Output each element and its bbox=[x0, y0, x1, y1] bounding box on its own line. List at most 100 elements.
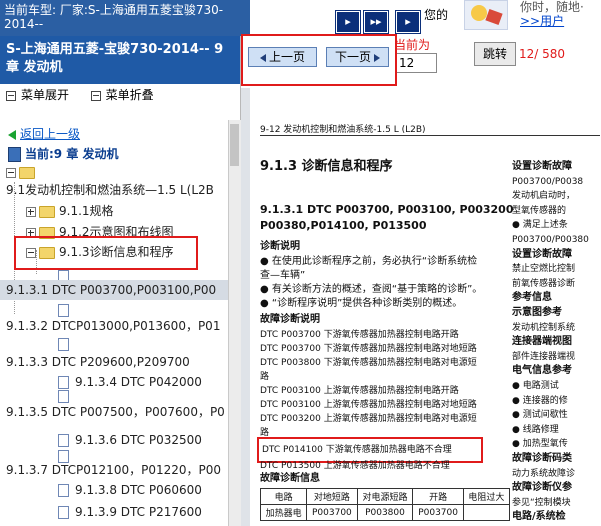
fault-line: DTC P003800 下游氧传感器加热器控制电路对电源短 bbox=[260, 358, 477, 368]
right-column-line: 设置诊断故障 bbox=[512, 248, 572, 260]
dtc-title-2: P00380,P014100, P013500 bbox=[260, 219, 427, 232]
table-cell: P003700 bbox=[412, 504, 464, 521]
collapse-toggle-icon[interactable] bbox=[6, 167, 16, 178]
section-title: 9.1.3 诊断信息和程序 bbox=[260, 159, 393, 174]
right-column-line: 动力系统故障诊 bbox=[512, 468, 576, 479]
folder-icon bbox=[39, 205, 55, 218]
dtc-title-1: 9.1.3.1 DTC P003700, P003100, P003200 bbox=[260, 203, 514, 216]
document-icon bbox=[58, 506, 69, 519]
tree-root[interactable] bbox=[6, 162, 39, 182]
table-header: 电路 bbox=[259, 488, 308, 505]
top-note: 您的 bbox=[424, 8, 449, 22]
document-icon bbox=[58, 484, 69, 497]
fault-line: DTC P003200 上游氧传感器加热器控制电路对电源短 bbox=[260, 414, 477, 424]
right-column-line: ● 线路修理 bbox=[512, 424, 559, 435]
right-column-line: 连接器端视图 bbox=[512, 336, 572, 348]
highlight-box bbox=[14, 236, 198, 270]
left-scrollbar[interactable] bbox=[228, 120, 241, 526]
table-header: 开路 bbox=[412, 488, 464, 505]
menu-row: 菜单展开 菜单折叠 bbox=[0, 84, 240, 106]
top-links: 你时，随地· >>用户 bbox=[520, 0, 584, 28]
page-controls: 上一页 下一页 当前为 跳转 12/ 580 bbox=[241, 34, 601, 88]
right-column-line: 故障诊断码类 bbox=[512, 453, 572, 464]
right-column-line: 设置诊断故障 bbox=[512, 161, 572, 172]
fault-line: 路 bbox=[260, 372, 270, 382]
right-column-line: ● 电路测试 bbox=[512, 381, 559, 391]
fault-line: DTC P003700 下游氧传感器加热器控制电路对地短路 bbox=[260, 344, 477, 354]
tree-item-9-1-3-3[interactable]: 9.1.3.3 DTC P209600,P209700 bbox=[6, 352, 190, 372]
page-number-input[interactable] bbox=[395, 53, 437, 73]
table-cell: 加热器电 bbox=[259, 504, 308, 521]
header-rule bbox=[260, 135, 600, 136]
fault-line: DTC P013500 上游氧传感器加热器电路不合理 bbox=[260, 461, 450, 471]
right-column-line: 电气信息参考 bbox=[512, 365, 572, 377]
fault-line: DTC P003100 上游氧传感器加热器控制电路对地短路 bbox=[260, 400, 477, 410]
book-icon bbox=[8, 147, 21, 162]
info-heading: 故障诊断信息 bbox=[260, 473, 320, 484]
tree-item-9-1-3-9[interactable]: 9.1.3.9 DTC P217600 bbox=[58, 502, 202, 522]
menu-expand-button[interactable]: 菜单展开 bbox=[21, 88, 69, 102]
tree-item-9-1-3-4[interactable]: 9.1.3.4 DTC P042000 bbox=[58, 372, 202, 392]
tagline: 你时，随地· bbox=[520, 0, 584, 14]
document-icon bbox=[58, 338, 69, 351]
tree-item-9-1-3-1[interactable]: 9.1.3.1 DTC P003700,P003100,P00 bbox=[0, 280, 228, 300]
current-chapter: 当前:9 章 发动机 bbox=[8, 144, 119, 164]
scroll-thumb[interactable] bbox=[230, 124, 239, 166]
mascot-logo-icon bbox=[464, 0, 508, 30]
tree-item-9-1-1[interactable]: 9.1.1规格 bbox=[26, 201, 114, 221]
right-column-line: 示意图参考 bbox=[512, 307, 562, 318]
nav-fast-forward-button[interactable]: ▸▸ bbox=[364, 11, 388, 33]
user-link[interactable]: >>用户 bbox=[520, 14, 584, 28]
right-column-line: 发动机启动时， bbox=[512, 191, 576, 202]
fault-heading: 故障诊断说明 bbox=[260, 314, 320, 325]
right-column-line: ● 测试间歇性 bbox=[512, 410, 568, 421]
tree-item-9-1-3-7[interactable]: 9.1.3.7 DTCP012100，P01220，P00 bbox=[6, 460, 221, 480]
right-column-line: 型氧传感器的 bbox=[512, 205, 567, 216]
tree-view: 返回上一级 当前:9 章 发动机 9.1发动机控制和燃油系统—1.5 L(L2B… bbox=[0, 120, 228, 526]
car-model-label: 当前车型: 厂家:S-上海通用五菱宝骏730-2014-- bbox=[0, 0, 250, 36]
document-page: 9-12 发动机控制和燃油系统-1.5 L (L2B) 9.1.3 诊断信息和程… bbox=[250, 88, 601, 526]
right-column-line: 部件连接器端视 bbox=[512, 351, 576, 362]
right-column-line: ● 满足上述条 bbox=[512, 220, 568, 231]
tree-item-9-1-3-8[interactable]: 9.1.3.8 DTC P060600 bbox=[58, 480, 202, 500]
table-cell: P003700 bbox=[306, 504, 358, 521]
menu-collapse-button[interactable]: 菜单折叠 bbox=[106, 88, 154, 102]
fault-line: DTC P003100 上游氧传感器加热器控制电路开路 bbox=[260, 386, 459, 396]
nav-play-button[interactable]: ▸ bbox=[396, 11, 420, 33]
right-column-line: P003700/P0038 bbox=[512, 176, 584, 187]
right-column-line: ● 加热型氧传 bbox=[512, 439, 568, 450]
expand-toggle-icon[interactable] bbox=[26, 206, 36, 217]
diag-heading: 诊断说明 bbox=[260, 241, 300, 252]
table-header-row: 电路 对地短路 对电源短路 开路 电阻过大 bbox=[259, 488, 511, 505]
left-panel-title: S-上海通用五菱-宝骏730-2014-- 9章 发动机 bbox=[0, 36, 240, 84]
tree-item-9-1[interactable]: 9.1发动机控制和燃油系统—1.5 L(L2B bbox=[6, 180, 214, 200]
collapse-icon bbox=[90, 90, 101, 101]
right-column-line: 故障诊断仪参 bbox=[512, 482, 572, 494]
right-column-line: 参见“控制模块 bbox=[512, 497, 571, 508]
folder-open-icon bbox=[19, 166, 35, 179]
jump-button[interactable]: 跳转 bbox=[474, 42, 516, 66]
right-column-line: 电路/系统检 bbox=[512, 511, 566, 523]
current-page-label: 当前为 bbox=[394, 38, 431, 52]
diag-line: ● 在使用此诊断程序之前，务必执行“诊断系统检 bbox=[260, 256, 478, 267]
right-column-line: 前氧传感器诊断 bbox=[512, 278, 576, 289]
doc-node[interactable] bbox=[58, 334, 69, 354]
right-column-line: ● 连接器的修 bbox=[512, 395, 568, 406]
table-header: 电阻过大 bbox=[462, 488, 511, 505]
diag-line: ● 有关诊断方法的概述，查阅“基于策略的诊断”。 bbox=[260, 284, 483, 295]
back-link[interactable]: 返回上一级 bbox=[8, 124, 80, 144]
diag-line: 查—车辆” bbox=[260, 270, 306, 281]
right-column-line: 禁止空燃比控制 bbox=[512, 264, 576, 275]
top-bar: 当前车型: 厂家:S-上海通用五菱宝骏730-2014-- ▸ ▸▸ ▸ 您的 … bbox=[0, 0, 601, 36]
tree-item-9-1-3-6[interactable]: 9.1.3.6 DTC P032500 bbox=[58, 430, 202, 450]
table-cell bbox=[462, 504, 511, 521]
right-column-line: P003700/P00380 bbox=[512, 235, 589, 245]
table-cell: P003800 bbox=[356, 504, 414, 521]
fault-info-table: 电路 对地短路 对电源短路 开路 电阻过大 加热器电 P003700 P0038… bbox=[259, 488, 511, 521]
nav-forward-button[interactable]: ▸ bbox=[336, 11, 360, 33]
tree-item-9-1-3-2[interactable]: 9.1.3.2 DTCP013000,P013600，P01 bbox=[6, 316, 220, 336]
right-column-line: 发动机控制系统 bbox=[512, 322, 576, 333]
table-header: 对地短路 bbox=[306, 488, 358, 505]
tree-item-9-1-3-5[interactable]: 9.1.3.5 DTC P007500，P007600，P0 bbox=[6, 402, 225, 422]
page-header: 9-12 发动机控制和燃油系统-1.5 L (L2B) bbox=[260, 125, 426, 135]
